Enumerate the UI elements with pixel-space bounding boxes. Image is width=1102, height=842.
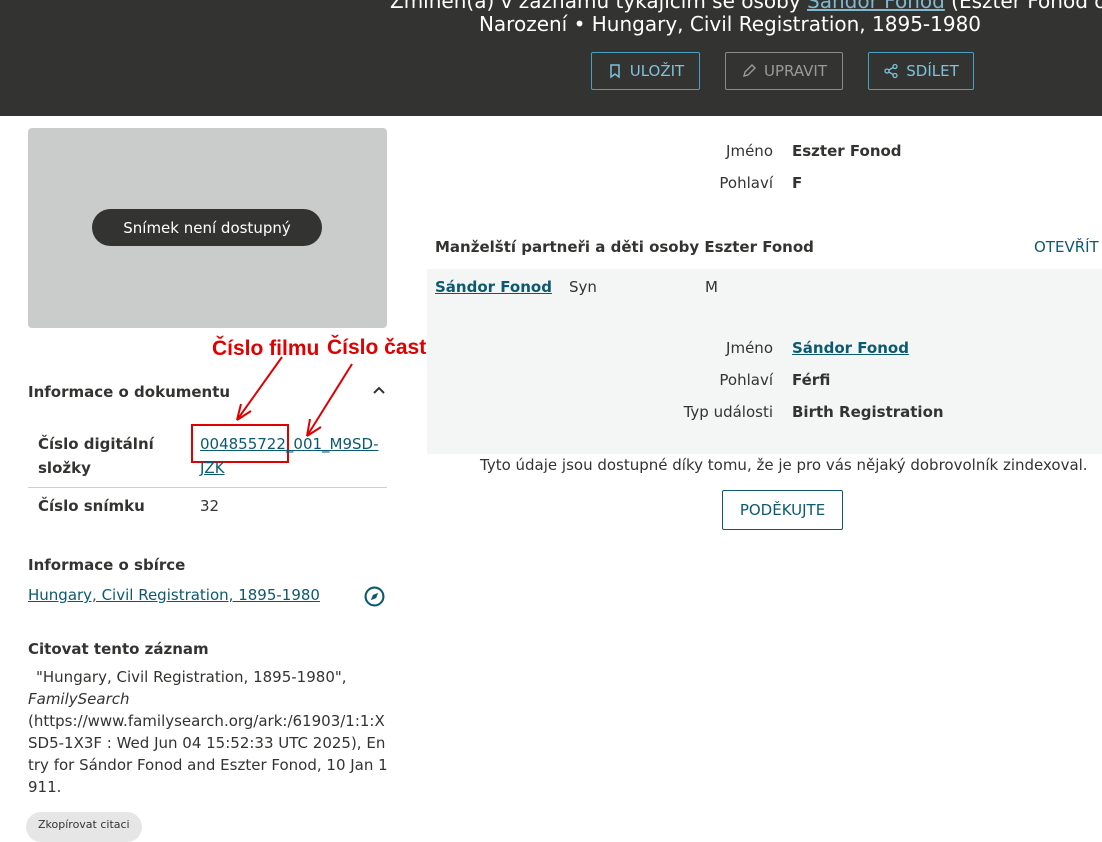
person-name-value: Eszter Fonod (792, 142, 902, 160)
child-detail-event-value: Birth Registration (792, 403, 944, 421)
collection-link[interactable]: Hungary, Civil Registration, 1895-1980 (28, 586, 320, 604)
digital-folder-label: Číslo digitální složky (38, 435, 154, 477)
child-relationship: Syn (569, 278, 597, 296)
child-detail-sex-value: Férfi (792, 371, 831, 389)
digital-folder-row: Číslo digitální složky 004855722_001_M9S… (28, 432, 387, 488)
child-detail-sex-label: Pohlaví (719, 371, 773, 389)
citation-text: "Hungary, Civil Registration, 1895-1980"… (28, 668, 388, 796)
cite-record-heading: Citovat tento záznam (28, 640, 209, 658)
person-sex-row: Pohlaví F (0, 172, 1102, 194)
pencil-icon (743, 64, 756, 77)
image-number-label: Číslo snímku (38, 497, 145, 515)
share-icon (884, 63, 898, 79)
person-name-row: Jméno Eszter Fonod (0, 140, 1102, 162)
child-detail-name-link[interactable]: Sándor Fonod (792, 337, 909, 359)
collection-info-heading: Informace o sbírce (28, 556, 186, 574)
image-unavailable-badge: Snímek není dostupný (92, 209, 322, 246)
thank-volunteer-button[interactable]: PODĚKUJTE (722, 490, 843, 530)
person-sex-value: F (792, 174, 803, 192)
person-name-label: Jméno (726, 142, 773, 160)
record-header: Zmíněn(a) v záznamu týkajícím se osoby S… (0, 0, 1102, 116)
share-button[interactable]: SDÍLET (868, 52, 974, 90)
header-title-line2: Narození • Hungary, Civil Registration, … (478, 12, 982, 36)
child-detail-sex-row: Pohlaví Férfi (0, 369, 1102, 391)
child-name-link[interactable]: Sándor Fonod (435, 278, 552, 296)
spouses-children-heading: Manželští partneři a děti osoby Eszter F… (435, 238, 814, 256)
child-detail-name-row: Jméno Sándor Fonod (0, 337, 1102, 359)
open-all-link[interactable]: OTEVŘÍT (1034, 238, 1099, 256)
image-number-row: Číslo snímku 32 (28, 494, 387, 520)
child-detail-event-row: Typ události Birth Registration (0, 401, 1102, 423)
edit-button[interactable]: UPRAVIT (725, 52, 843, 90)
save-button[interactable]: ULOŽIT (591, 52, 700, 90)
digital-folder-link[interactable]: 004855722_001_M9SD-JZK (200, 432, 390, 480)
child-detail-panel (427, 269, 1102, 454)
volunteer-note: Tyto údaje jsou dostupné díky tomu, že j… (480, 456, 1088, 474)
person-sex-label: Pohlaví (719, 174, 773, 192)
child-detail-event-label: Typ události (683, 403, 773, 421)
compass-icon[interactable] (364, 586, 385, 607)
bookmark-icon (610, 64, 620, 79)
copy-citation-button[interactable]: Zkopírovat citaci (26, 812, 142, 842)
child-sex: M (705, 278, 718, 296)
child-detail-name-label: Jméno (726, 339, 773, 357)
image-number-value: 32 (200, 497, 220, 515)
